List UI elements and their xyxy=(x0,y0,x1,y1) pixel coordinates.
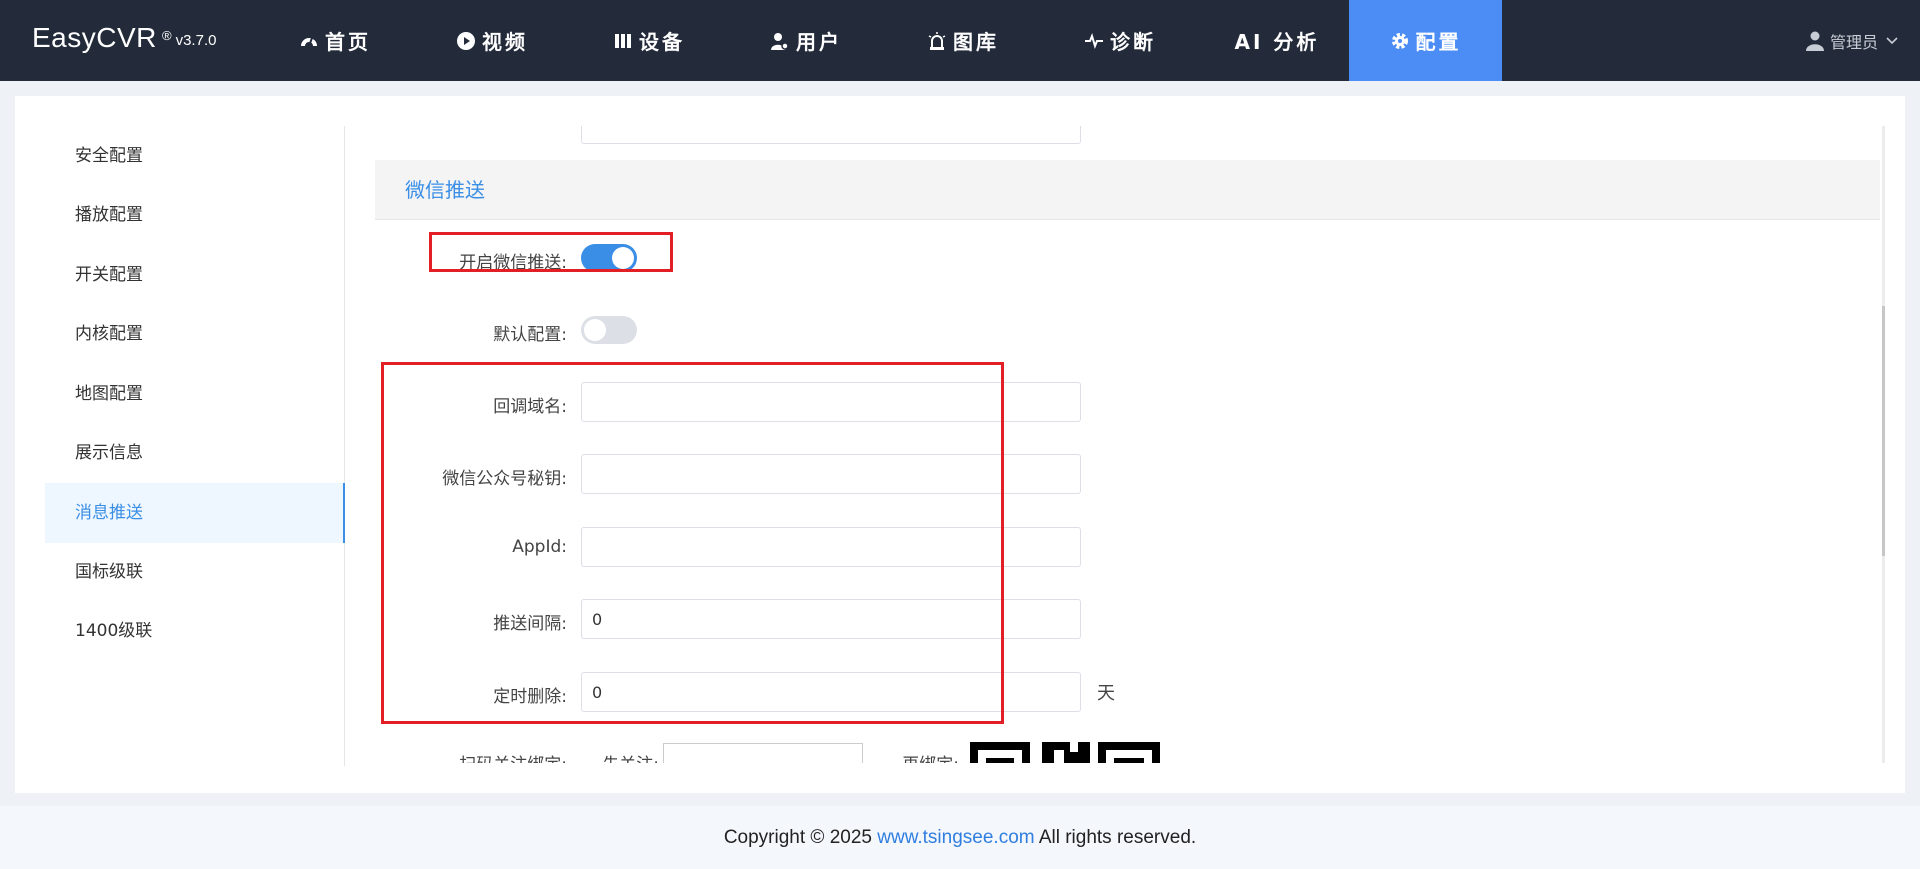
chevron-down-icon xyxy=(1886,36,1898,44)
default-config-toggle[interactable] xyxy=(581,316,637,344)
page-footer: Copyright © 2025 www.tsingsee.com All ri… xyxy=(0,806,1920,869)
nav-user-label: 用户 xyxy=(796,30,842,54)
registered-mark: ® xyxy=(162,28,172,43)
nav-config-label: 配置 xyxy=(1415,30,1462,54)
nav-config[interactable]: 配置 xyxy=(1349,0,1502,81)
nav-diagnose-label: 诊断 xyxy=(1110,30,1156,54)
sidebar-item-kernel[interactable]: 内核配置 xyxy=(45,304,345,364)
settings-sidebar: 安全配置 播放配置 开关配置 内核配置 地图配置 展示信息 消息推送 国标级联 … xyxy=(45,126,345,766)
nav-diagnose[interactable]: 诊断 xyxy=(1055,0,1185,81)
section-header: 微信推送 xyxy=(375,160,1880,220)
footer-rights: All rights reserved. xyxy=(1034,827,1197,848)
footer-link[interactable]: www.tsingsee.com xyxy=(877,827,1034,848)
follow-first-label: 先关注: xyxy=(375,750,659,763)
user-name: 管理员 xyxy=(1829,32,1878,52)
sidebar-item-security[interactable]: 安全配置 xyxy=(45,126,345,186)
toggle-knob xyxy=(584,319,606,341)
nav-device[interactable]: 设备 xyxy=(584,0,714,81)
section-title: 微信推送 xyxy=(405,178,485,202)
highlight-box-fields xyxy=(381,362,1004,724)
app-brand[interactable]: EasyCVR xyxy=(32,22,157,54)
user-avatar-icon xyxy=(1805,31,1824,51)
default-config-label: 默认配置: xyxy=(493,325,567,345)
sidebar-item-switch[interactable]: 开关配置 xyxy=(45,245,345,305)
nav-ai-analysis-label: AI 分析 xyxy=(1234,30,1320,54)
settings-content: 微信推送 开启微信推送: 默认配置: 回调域名: 微信公众号秘钥: AppId:… xyxy=(375,126,1885,763)
sidebar-item-gb-cascade[interactable]: 国标级联 xyxy=(45,542,345,602)
dashboard-icon xyxy=(301,37,317,46)
pulse-icon xyxy=(1085,32,1103,49)
nav-ai-analysis[interactable]: AI 分析 xyxy=(1212,0,1342,81)
play-icon xyxy=(457,31,475,50)
user-gear-icon xyxy=(771,32,789,50)
top-navigation-bar: EasyCVR ® v3.7.0 首页 视频 设备 用户 图库 诊断 AI 分析 … xyxy=(0,0,1920,81)
settings-card: 安全配置 播放配置 开关配置 内核配置 地图配置 展示信息 消息推送 国标级联 … xyxy=(15,96,1905,793)
footer-copyright: Copyright © 2025 xyxy=(723,827,878,848)
gear-icon xyxy=(1391,32,1408,49)
sidebar-item-playback[interactable]: 播放配置 xyxy=(45,185,345,245)
highlight-box-toggle xyxy=(429,232,673,272)
nav-home[interactable]: 首页 xyxy=(270,0,400,81)
nav-user[interactable]: 用户 xyxy=(741,0,871,81)
sidebar-item-display-info[interactable]: 展示信息 xyxy=(45,423,345,483)
user-menu[interactable]: 管理员 xyxy=(1805,0,1904,81)
sidebar-item-message-push[interactable]: 消息推送 xyxy=(45,483,345,543)
sidebar-item-map[interactable]: 地图配置 xyxy=(45,364,345,424)
alarm-icon xyxy=(928,31,946,50)
auto-delete-unit: 天 xyxy=(1097,683,1115,704)
nav-device-label: 设备 xyxy=(639,30,685,54)
device-icon xyxy=(615,33,631,48)
nav-video-label: 视频 xyxy=(482,30,528,54)
previous-field-input[interactable] xyxy=(581,126,1081,144)
bind-qr-code xyxy=(970,742,1160,763)
version-label: v3.7.0 xyxy=(175,32,217,49)
nav-video[interactable]: 视频 xyxy=(427,0,557,81)
bind-label: 再绑定: xyxy=(655,750,959,763)
nav-gallery-label: 图库 xyxy=(953,30,999,54)
content-scrollbar-thumb[interactable] xyxy=(1882,306,1885,556)
nav-home-label: 首页 xyxy=(325,30,371,54)
app-version: ® v3.7.0 xyxy=(162,28,217,49)
sidebar-item-1400-cascade[interactable]: 1400级联 xyxy=(45,601,345,661)
nav-gallery[interactable]: 图库 xyxy=(898,0,1028,81)
